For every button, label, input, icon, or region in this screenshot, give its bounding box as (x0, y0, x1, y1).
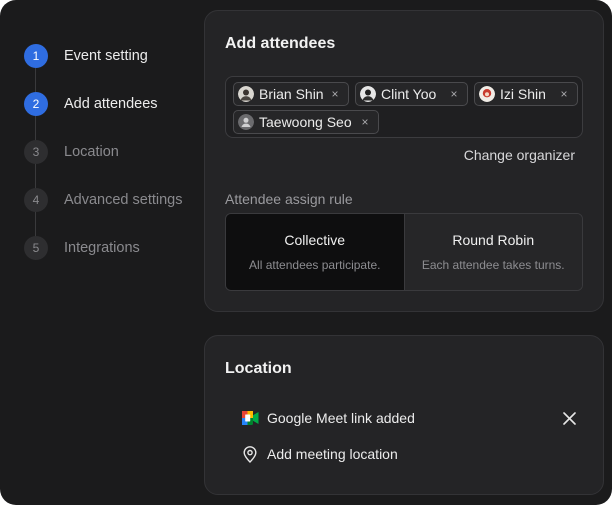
attendee-name: Taewoong Seo (259, 114, 352, 130)
step-advanced-settings[interactable]: 4 Advanced settings (24, 188, 194, 212)
google-meet-icon (241, 409, 259, 427)
location-card: Location Google Meet link added Add meet… (204, 335, 604, 495)
assign-rule-label: Attendee assign rule (225, 191, 353, 207)
step-number: 5 (24, 236, 48, 260)
remove-attendee-button[interactable]: × (557, 87, 571, 101)
step-label: Event setting (64, 48, 148, 64)
remove-attendee-button[interactable]: × (447, 87, 461, 101)
window: 1 Event setting 2 Add attendees 3 Locati… (0, 0, 612, 505)
remove-attendee-button[interactable]: × (328, 87, 342, 101)
remove-attendee-button[interactable]: × (358, 115, 372, 129)
rule-option-title: Round Robin (452, 232, 535, 248)
step-number: 2 (24, 92, 48, 116)
avatar (238, 86, 254, 102)
assign-rule-selector: Collective All attendees participate. Ro… (225, 213, 583, 291)
add-meeting-location-text: Add meeting location (267, 446, 398, 462)
step-add-attendees[interactable]: 2 Add attendees (24, 92, 194, 116)
google-meet-text: Google Meet link added (267, 410, 415, 426)
attendee-name: Izi Shin (500, 86, 546, 102)
attendees-card: Add attendees Brian Shin × Clint Yoo × I… (204, 10, 604, 312)
avatar (479, 86, 495, 102)
step-label: Integrations (64, 240, 140, 256)
attendee-chip: Brian Shin × (233, 82, 349, 106)
step-label: Add attendees (64, 96, 158, 112)
step-event-setting[interactable]: 1 Event setting (24, 44, 194, 68)
map-pin-icon (241, 445, 259, 463)
google-meet-row: Google Meet link added (241, 407, 581, 429)
avatar (238, 114, 254, 130)
attendee-chip: Izi Shin × (474, 82, 578, 106)
change-organizer-button[interactable]: Change organizer (464, 147, 575, 163)
close-icon[interactable] (559, 408, 579, 428)
step-integrations[interactable]: 5 Integrations (24, 236, 194, 260)
attendees-card-title: Add attendees (225, 35, 336, 52)
attendee-chip: Clint Yoo × (355, 82, 468, 106)
attendee-chip: Taewoong Seo × (233, 110, 379, 134)
step-number: 3 (24, 140, 48, 164)
rule-option-description: All attendees participate. (249, 258, 381, 272)
rule-option-title: Collective (284, 232, 346, 248)
location-card-title: Location (225, 360, 292, 377)
rule-option-description: Each attendee takes turns. (421, 258, 565, 272)
step-label: Advanced settings (64, 192, 183, 208)
step-number: 1 (24, 44, 48, 68)
step-location[interactable]: 3 Location (24, 140, 194, 164)
rule-option-collective[interactable]: Collective All attendees participate. (226, 214, 404, 290)
rule-option-round-robin[interactable]: Round Robin Each attendee takes turns. (403, 214, 582, 290)
avatar (360, 86, 376, 102)
step-number: 4 (24, 188, 48, 212)
add-meeting-location-button[interactable]: Add meeting location (241, 443, 581, 465)
attendee-name: Clint Yoo (381, 86, 437, 102)
attendee-input[interactable]: Brian Shin × Clint Yoo × Izi Shin × Taew… (225, 76, 583, 138)
stepper: 1 Event setting 2 Add attendees 3 Locati… (24, 44, 194, 284)
attendee-name: Brian Shin (259, 86, 324, 102)
step-label: Location (64, 144, 119, 160)
